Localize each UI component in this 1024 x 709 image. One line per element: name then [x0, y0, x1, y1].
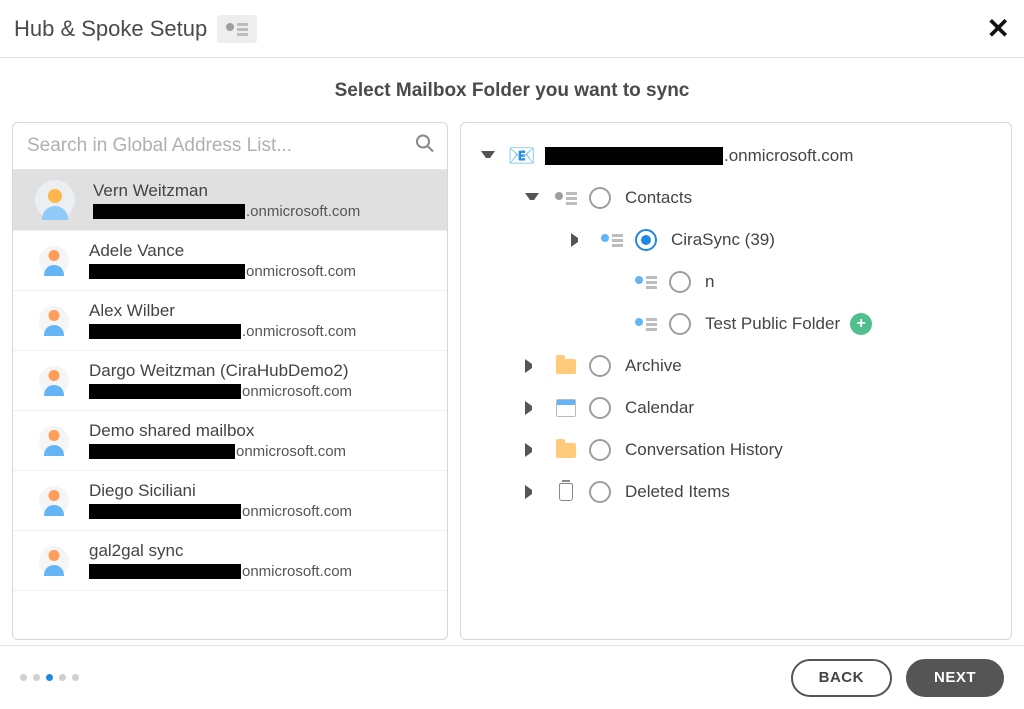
- user-email: onmicrosoft.com: [89, 443, 346, 460]
- user-email: onmicrosoft.com: [89, 503, 352, 520]
- user-item[interactable]: Vern Weitzman .onmicrosoft.com: [13, 170, 447, 231]
- folder-label: Conversation History: [625, 440, 783, 460]
- tree-folder-item[interactable]: CiraSync (39): [471, 219, 1001, 261]
- user-list: Vern Weitzman .onmicrosoft.com Adele Vance…: [13, 170, 447, 639]
- tree-folder-item[interactable]: Conversation History: [471, 429, 1001, 471]
- folder-label: n: [705, 272, 714, 292]
- contact-card-icon: [601, 229, 623, 251]
- folder-label: CiraSync (39): [671, 230, 775, 250]
- user-name: Adele Vance: [89, 241, 356, 261]
- radio-unchecked[interactable]: [589, 355, 611, 377]
- caret-right-icon[interactable]: [525, 401, 539, 415]
- root-suffix: .onmicrosoft.com: [724, 146, 853, 166]
- folder-label: Test Public Folder: [705, 314, 840, 334]
- radio-unchecked[interactable]: [589, 187, 611, 209]
- progress-dot: [20, 674, 27, 681]
- search-icon[interactable]: [415, 134, 435, 159]
- user-email: onmicrosoft.com: [89, 263, 356, 280]
- avatar: [35, 180, 75, 220]
- contact-card-icon: [635, 271, 657, 293]
- radio-unchecked[interactable]: [669, 313, 691, 335]
- radio-unchecked[interactable]: [589, 397, 611, 419]
- avatar: [39, 426, 69, 456]
- user-item[interactable]: Diego Siciliani onmicrosoft.com: [13, 471, 447, 531]
- progress-dot: [72, 674, 79, 681]
- progress-dot: [46, 674, 53, 681]
- progress-dots: [20, 674, 79, 681]
- tree-root[interactable]: 📧 .onmicrosoft.com: [471, 135, 1001, 177]
- user-item[interactable]: Dargo Weitzman (CiraHubDemo2) onmicrosoft…: [13, 351, 447, 411]
- next-button[interactable]: NEXT: [906, 659, 1004, 697]
- user-name: Dargo Weitzman (CiraHubDemo2): [89, 361, 352, 381]
- user-name: Vern Weitzman: [93, 181, 360, 201]
- avatar: [39, 246, 69, 276]
- radio-checked[interactable]: [635, 229, 657, 251]
- folder-label: Deleted Items: [625, 482, 730, 502]
- user-email: onmicrosoft.com: [89, 563, 352, 580]
- avatar: [39, 486, 69, 516]
- avatar: [39, 546, 69, 576]
- add-folder-button[interactable]: +: [850, 313, 872, 335]
- user-email: .onmicrosoft.com: [93, 203, 360, 220]
- folder-label: Archive: [625, 356, 682, 376]
- user-name: Diego Siciliani: [89, 481, 352, 501]
- progress-dot: [59, 674, 66, 681]
- avatar: [39, 306, 69, 336]
- header-bar: Hub & Spoke Setup ✕: [0, 0, 1024, 58]
- user-email: onmicrosoft.com: [89, 383, 352, 400]
- search-wrap: [13, 123, 447, 170]
- calendar-icon: [555, 397, 577, 419]
- folder-icon: [555, 355, 577, 377]
- mailbox-icon: 📧: [511, 145, 533, 167]
- folder-icon: [555, 439, 577, 461]
- redacted-text: [545, 147, 723, 165]
- user-item[interactable]: Alex Wilber .onmicrosoft.com: [13, 291, 447, 351]
- caret-right-icon[interactable]: [525, 359, 539, 373]
- user-item[interactable]: gal2gal sync onmicrosoft.com: [13, 531, 447, 591]
- folder-label: Calendar: [625, 398, 694, 418]
- caret-right-icon[interactable]: [571, 233, 585, 247]
- page-title: Hub & Spoke Setup: [14, 16, 207, 42]
- caret-right-icon[interactable]: [525, 443, 539, 457]
- contact-card-icon: [555, 187, 577, 209]
- user-item[interactable]: Demo shared mailbox onmicrosoft.com: [13, 411, 447, 471]
- footer-bar: BACK NEXT: [0, 645, 1024, 709]
- tree-folder-contacts[interactable]: Contacts: [471, 177, 1001, 219]
- subtitle: Select Mailbox Folder you want to sync: [0, 58, 1024, 122]
- user-name: gal2gal sync: [89, 541, 352, 561]
- radio-unchecked[interactable]: [589, 481, 611, 503]
- contact-card-icon: [635, 313, 657, 335]
- user-name: Demo shared mailbox: [89, 421, 346, 441]
- close-icon[interactable]: ✕: [987, 15, 1010, 43]
- caret-down-icon[interactable]: [481, 151, 495, 165]
- folder-tree-panel: 📧 .onmicrosoft.com Contacts CiraSync (39…: [460, 122, 1012, 640]
- tree-folder-item[interactable]: Test Public Folder +: [471, 303, 1001, 345]
- contact-card-icon: [217, 15, 257, 43]
- folder-label: Contacts: [625, 188, 692, 208]
- user-list-panel: Vern Weitzman .onmicrosoft.com Adele Vance…: [12, 122, 448, 640]
- tree-folder-item[interactable]: Archive: [471, 345, 1001, 387]
- caret-down-icon[interactable]: [525, 193, 539, 207]
- back-button[interactable]: BACK: [791, 659, 892, 697]
- tree-folder-item[interactable]: n: [471, 261, 1001, 303]
- caret-right-icon[interactable]: [525, 485, 539, 499]
- user-email: .onmicrosoft.com: [89, 323, 356, 340]
- tree-folder-item[interactable]: Deleted Items: [471, 471, 1001, 513]
- radio-unchecked[interactable]: [589, 439, 611, 461]
- user-item[interactable]: Adele Vance onmicrosoft.com: [13, 231, 447, 291]
- radio-unchecked[interactable]: [669, 271, 691, 293]
- trash-icon: [555, 481, 577, 503]
- tree-folder-item[interactable]: Calendar: [471, 387, 1001, 429]
- user-name: Alex Wilber: [89, 301, 356, 321]
- progress-dot: [33, 674, 40, 681]
- avatar: [39, 366, 69, 396]
- search-input[interactable]: [13, 123, 447, 169]
